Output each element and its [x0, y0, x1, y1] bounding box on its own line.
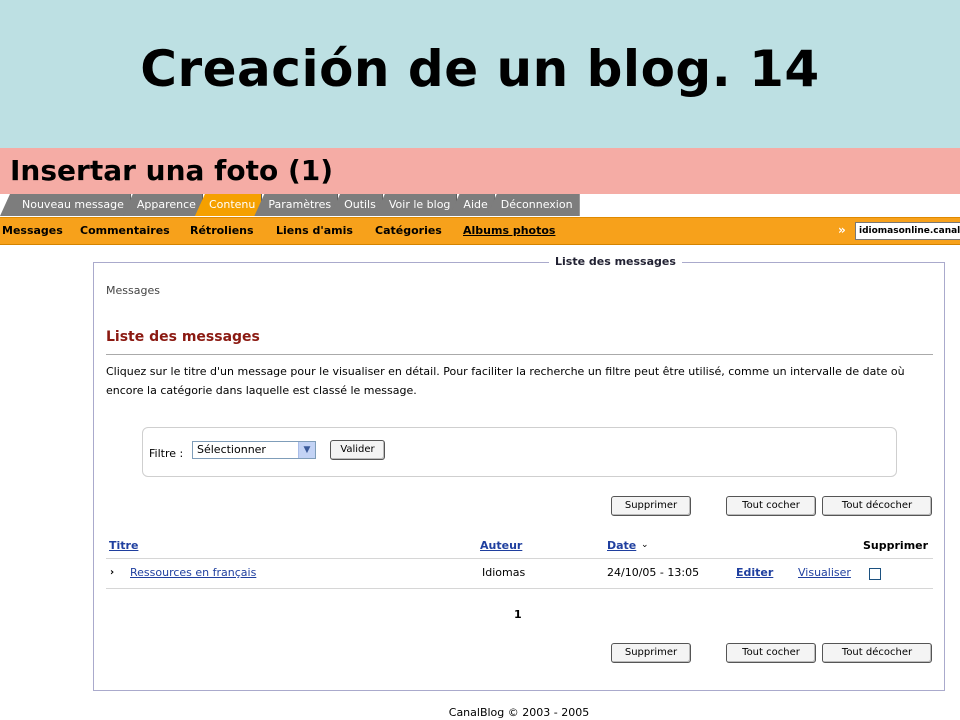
subnav-item-liens-amis[interactable]: Liens d'amis — [276, 218, 353, 244]
slide-subtitle: Insertar una foto (1) — [10, 154, 334, 187]
tab-d-connexion[interactable]: Déconnexion — [486, 194, 580, 216]
delete-button-bottom[interactable]: Supprimer — [611, 643, 691, 663]
footer-copyright: CanalBlog © 2003 - 2005 — [448, 706, 590, 719]
delete-button-top[interactable]: Supprimer — [611, 496, 691, 516]
subtitle-band: Insertar una foto (1) — [0, 148, 960, 194]
breadcrumb: Messages — [106, 284, 160, 297]
view-link[interactable]: Visualiser — [798, 566, 851, 579]
chevron-right-icon: » — [838, 223, 846, 237]
panel-legend: Liste des messages — [549, 255, 682, 268]
column-header-date[interactable]: Date — [607, 539, 636, 552]
filter-select[interactable]: Sélectionner ▼ — [192, 441, 316, 459]
slide-title: Creación de un blog. 14 — [140, 40, 820, 98]
tab-nouveau-message[interactable]: Nouveau message — [0, 194, 131, 216]
filter-box: Filtre : Sélectionner ▼ Valider — [142, 427, 897, 477]
section-heading: Liste des messages — [106, 329, 260, 345]
message-date: 24/10/05 - 13:05 — [607, 566, 700, 579]
heading-divider — [106, 354, 933, 355]
tab-contenu[interactable]: Contenu — [194, 194, 263, 216]
row-chevron-icon: › — [110, 567, 115, 578]
subnav-item-albums-photos[interactable]: Albums photos — [463, 218, 555, 244]
filter-select-value: Sélectionner — [197, 443, 266, 456]
column-header-author[interactable]: Auteur — [480, 539, 522, 552]
tabs: Nouveau message Apparence Contenu Paramètre… — [0, 194, 580, 216]
message-title-link[interactable]: Ressources en français — [130, 566, 256, 579]
subnav-item-categories[interactable]: Catégories — [375, 218, 442, 244]
sort-descending-icon[interactable]: ⌄ — [641, 540, 649, 550]
tab-apparence[interactable]: Apparence — [122, 194, 203, 216]
validate-button[interactable]: Valider — [330, 440, 385, 460]
uncheck-all-button-top[interactable]: Tout décocher — [822, 496, 932, 516]
check-all-button-top[interactable]: Tout cocher — [726, 496, 816, 516]
subnav-item-messages[interactable]: Messages — [2, 218, 63, 244]
table-header-divider — [106, 558, 933, 559]
uncheck-all-button-bottom[interactable]: Tout décocher — [822, 643, 932, 663]
column-header-delete: Supprimer — [863, 539, 929, 552]
delete-checkbox[interactable] — [869, 568, 881, 580]
main-tab-bar: Nouveau message Apparence Contenu Paramètre… — [0, 194, 960, 216]
description-text: Cliquez sur le titre d'un message pour l… — [106, 365, 905, 397]
tab-param-tres[interactable]: Paramètres — [254, 194, 339, 216]
column-header-title[interactable]: Titre — [109, 539, 138, 552]
subnav-item-commentaires[interactable]: Commentaires — [80, 218, 170, 244]
table-row-divider — [106, 588, 933, 589]
filter-label: Filtre : — [149, 447, 184, 460]
chevron-down-icon[interactable]: ▼ — [298, 442, 315, 458]
subnav-item-retroliens[interactable]: Rétroliens — [190, 218, 254, 244]
page-number[interactable]: 1 — [514, 608, 522, 621]
check-all-button-bottom[interactable]: Tout cocher — [726, 643, 816, 663]
blog-url-field[interactable]: idiomasonline.canalblog.com — [855, 222, 960, 240]
title-band: Creación de un blog. 14 — [0, 0, 960, 148]
message-author: Idiomas — [482, 566, 526, 579]
sub-navigation: Messages Commentaires Rétroliens Liens d… — [0, 217, 960, 245]
tab-voir-le-blog[interactable]: Voir le blog — [374, 194, 458, 216]
edit-link[interactable]: Editer — [736, 566, 773, 579]
messages-panel: Liste des messages Messages Liste des me… — [93, 255, 945, 691]
